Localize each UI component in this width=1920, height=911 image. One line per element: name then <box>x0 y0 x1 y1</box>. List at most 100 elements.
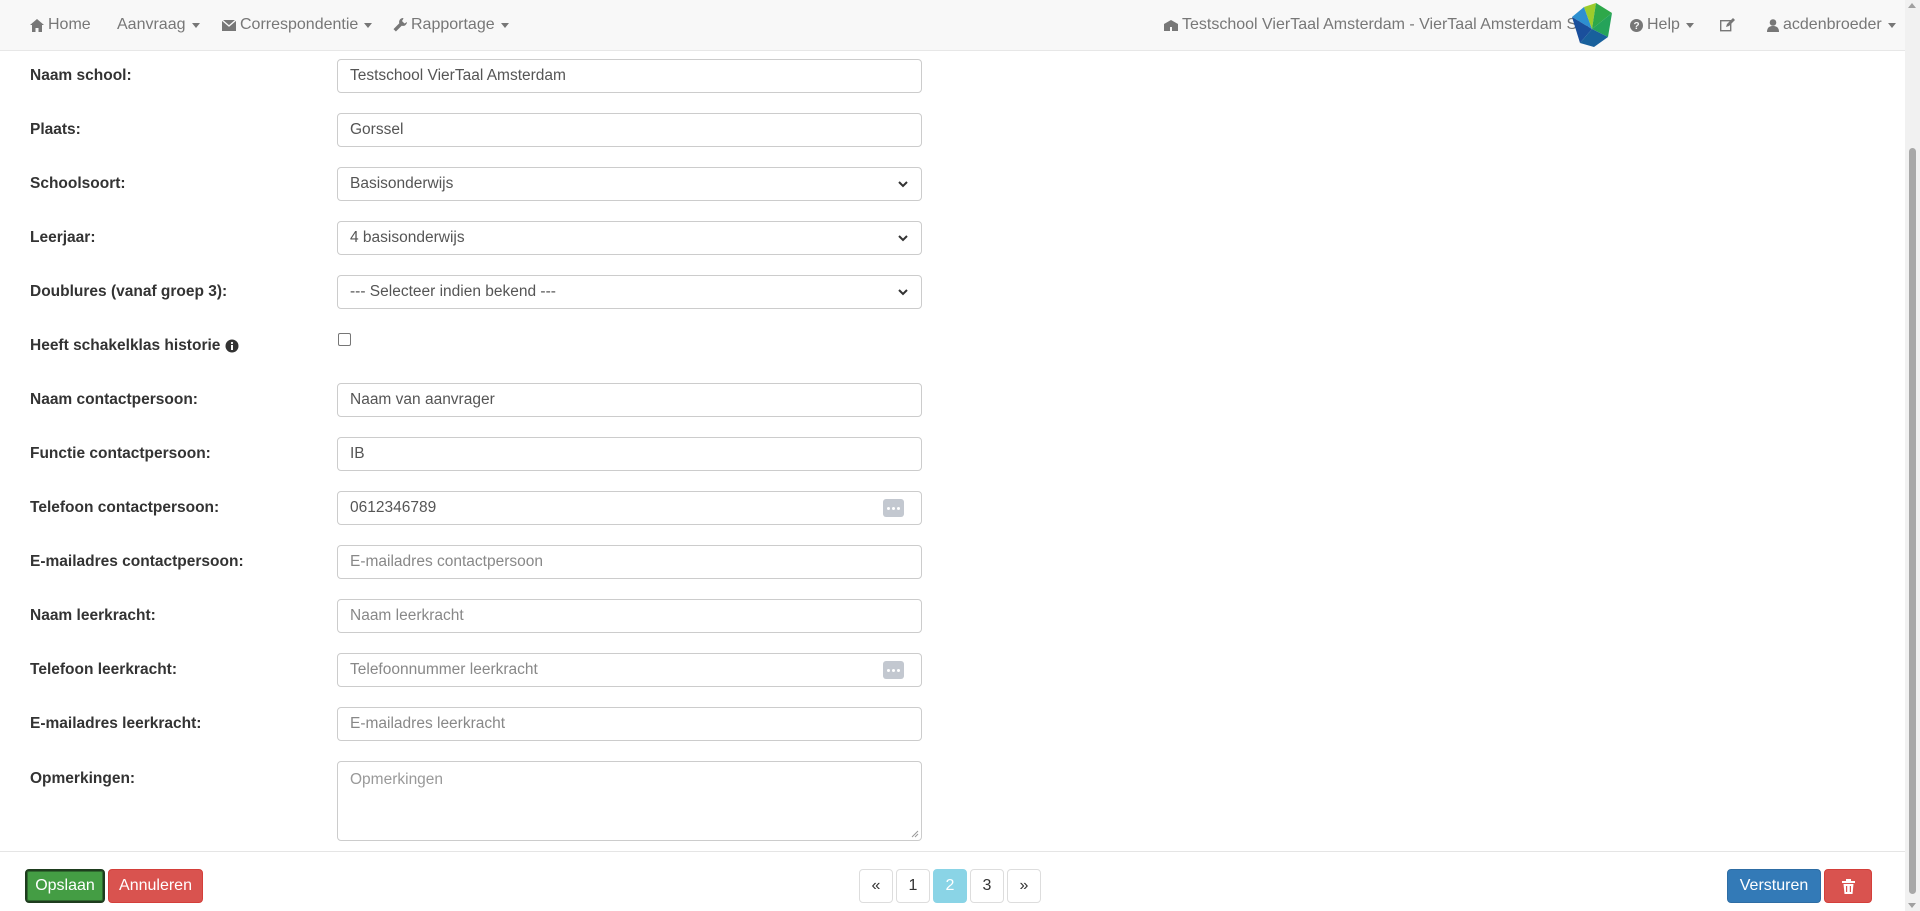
wrench-icon <box>393 18 407 32</box>
schoolsoort-label: Schoolsoort: <box>30 175 126 192</box>
form-row-schoolsoort: Schoolsoort: Basisonderwijs <box>0 164 1905 204</box>
pager-page-2[interactable]: 2 <box>933 869 967 903</box>
chevron-down-icon <box>898 289 908 296</box>
cancel-button[interactable]: Annuleren <box>108 869 203 903</box>
form-row-plaats: Plaats: Gorssel <box>0 110 1905 150</box>
email-leerkracht-input[interactable]: E-mailadres leerkracht <box>337 707 922 741</box>
form-row-schakelklas: Heeft schakelklas historie <box>0 326 1905 366</box>
top-navbar: Home Aanvraag Correspondentie Rapportage… <box>0 0 1905 51</box>
pager-next[interactable]: » <box>1007 869 1041 903</box>
vertical-scrollbar[interactable] <box>1905 0 1920 911</box>
naam-leerkracht-label: Naam leerkracht: <box>30 607 156 624</box>
school-icon <box>1164 19 1178 31</box>
telefoon-contactpersoon-label: Telefoon contactpersoon: <box>30 499 220 516</box>
email-leerkracht-placeholder: E-mailadres leerkracht <box>350 715 506 732</box>
plaats-input[interactable]: Gorssel <box>337 113 922 147</box>
naam-school-value: Testschool VierTaal Amsterdam <box>350 67 566 84</box>
pagination: « 1 2 3 » <box>859 869 1044 903</box>
nav-user-label: acdenbroeder <box>1783 16 1882 33</box>
nav-help-label: Help <box>1647 16 1680 33</box>
schakelklas-label-text: Heeft schakelklas historie <box>30 337 221 354</box>
telefoon-contactpersoon-value: 0612346789 <box>350 499 437 516</box>
nav-rapportage[interactable]: Rapportage <box>393 0 509 50</box>
save-button[interactable]: Opslaan <box>25 869 105 903</box>
pager-prev[interactable]: « <box>859 869 893 903</box>
pager-page-3[interactable]: 3 <box>970 869 1004 903</box>
nav-user[interactable]: acdenbroeder <box>1767 0 1896 50</box>
doublures-select[interactable]: --- Selecteer indien bekend --- <box>337 275 922 309</box>
opmerkingen-textarea[interactable]: Opmerkingen <box>337 761 922 841</box>
info-circle-icon[interactable] <box>225 339 239 353</box>
pager-page-1[interactable]: 1 <box>896 869 930 903</box>
opmerkingen-label: Opmerkingen: <box>30 770 136 787</box>
chevron-down-icon <box>1887 22 1896 28</box>
send-button[interactable]: Versturen <box>1727 869 1821 903</box>
resize-handle-icon[interactable] <box>911 830 919 838</box>
form-row-naam-leerkracht: Naam leerkracht: Naam leerkracht <box>0 596 1905 636</box>
naam-contactpersoon-value: Naam van aanvrager <box>350 391 495 408</box>
more-dots-icon[interactable] <box>883 661 904 679</box>
svg-text:?: ? <box>1633 21 1639 32</box>
user-icon <box>1767 18 1779 32</box>
chevron-down-icon <box>1685 22 1694 28</box>
telefoon-contactpersoon-input[interactable]: 0612346789 <box>337 491 922 525</box>
naam-school-label: Naam school: <box>30 67 132 84</box>
doublures-value: --- Selecteer indien bekend --- <box>350 283 556 300</box>
chevron-down-icon <box>898 235 908 242</box>
form-row-opmerkingen: Opmerkingen: Opmerkingen <box>0 758 1905 842</box>
question-circle-icon: ? <box>1630 18 1643 32</box>
nav-school-label: Testschool VierTaal Amsterdam - VierTaal… <box>1182 16 1590 33</box>
leerjaar-select[interactable]: 4 basisonderwijs <box>337 221 922 255</box>
functie-contactpersoon-label: Functie contactpersoon: <box>30 445 211 462</box>
nav-correspondentie-label: Correspondentie <box>240 16 359 33</box>
scroll-thumb[interactable] <box>1909 148 1916 894</box>
nav-aanvraag[interactable]: Aanvraag <box>117 0 200 50</box>
nav-edit[interactable] <box>1720 0 1739 50</box>
naam-school-input[interactable]: Testschool VierTaal Amsterdam <box>337 59 922 93</box>
envelope-icon <box>222 19 236 31</box>
plaats-label: Plaats: <box>30 121 81 138</box>
functie-contactpersoon-input[interactable]: IB <box>337 437 922 471</box>
doublures-label: Doublures (vanaf groep 3): <box>30 283 228 300</box>
telefoon-leerkracht-label: Telefoon leerkracht: <box>30 661 178 678</box>
scroll-down-icon[interactable] <box>1908 903 1916 908</box>
delete-button[interactable] <box>1824 869 1872 903</box>
naam-contactpersoon-label: Naam contactpersoon: <box>30 391 198 408</box>
edit-icon <box>1720 18 1735 32</box>
email-contactpersoon-placeholder: E-mailadres contactpersoon <box>350 553 543 570</box>
form-row-telefoon-leerkracht: Telefoon leerkracht: Telefoonnummer leer… <box>0 650 1905 690</box>
leerjaar-label: Leerjaar: <box>30 229 96 246</box>
form-row-naam-school: Naam school: Testschool VierTaal Amsterd… <box>0 56 1905 96</box>
chevron-down-icon <box>898 181 908 188</box>
nav-school-switch[interactable]: Testschool VierTaal Amsterdam - VierTaal… <box>1164 0 1590 50</box>
chevron-down-icon <box>191 22 200 28</box>
schakelklas-checkbox[interactable] <box>338 333 351 346</box>
nav-correspondentie[interactable]: Correspondentie <box>222 0 373 50</box>
more-dots-icon[interactable] <box>883 499 904 517</box>
leerjaar-value: 4 basisonderwijs <box>350 229 465 246</box>
form-row-email-leerkracht: E-mailadres leerkracht: E-mailadres leer… <box>0 704 1905 744</box>
email-leerkracht-label: E-mailadres leerkracht: <box>30 715 202 732</box>
naam-contactpersoon-input[interactable]: Naam van aanvrager <box>337 383 922 417</box>
form-row-naam-contactpersoon: Naam contactpersoon: Naam van aanvrager <box>0 380 1905 420</box>
telefoon-leerkracht-input[interactable]: Telefoonnummer leerkracht <box>337 653 922 687</box>
form-row-leerjaar: Leerjaar: 4 basisonderwijs <box>0 218 1905 258</box>
schakelklas-label: Heeft schakelklas historie <box>30 337 239 355</box>
form-row-email-contactpersoon: E-mailadres contactpersoon: E-mailadres … <box>0 542 1905 582</box>
naam-leerkracht-input[interactable]: Naam leerkracht <box>337 599 922 633</box>
app-logo <box>1570 3 1614 47</box>
nav-aanvraag-label: Aanvraag <box>117 16 186 33</box>
plaats-value: Gorssel <box>350 121 404 138</box>
nav-help[interactable]: ? Help <box>1630 0 1694 50</box>
form-row-functie-contactpersoon: Functie contactpersoon: IB <box>0 434 1905 474</box>
email-contactpersoon-input[interactable]: E-mailadres contactpersoon <box>337 545 922 579</box>
chevron-down-icon <box>500 22 509 28</box>
nav-home-label: Home <box>48 16 91 33</box>
email-contactpersoon-label: E-mailadres contactpersoon: <box>30 553 244 570</box>
schoolsoort-select[interactable]: Basisonderwijs <box>337 167 922 201</box>
telefoon-leerkracht-placeholder: Telefoonnummer leerkracht <box>350 661 538 678</box>
trash-icon <box>1841 878 1855 894</box>
scroll-up-icon[interactable] <box>1908 3 1916 8</box>
nav-home[interactable]: Home <box>30 0 91 50</box>
form-row-telefoon-contactpersoon: Telefoon contactpersoon: 0612346789 <box>0 488 1905 528</box>
